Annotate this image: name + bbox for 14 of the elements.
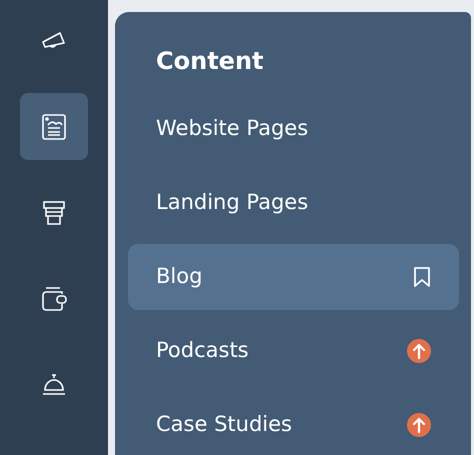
menu-item[interactable]: Blog [128, 244, 459, 310]
service-bell-icon [41, 372, 67, 396]
menu-item[interactable]: Landing Pages [128, 170, 459, 236]
wallet-icon [40, 286, 68, 312]
bookmark-icon [413, 266, 431, 288]
stack-icon [42, 200, 66, 226]
menu-item[interactable]: Case Studies [128, 392, 459, 455]
nav-rail-button[interactable] [20, 93, 88, 160]
menu-heading: Content [155, 46, 264, 77]
upgrade-icon [407, 339, 431, 363]
menu-item[interactable]: Website Pages [128, 96, 459, 162]
article-icon [41, 112, 67, 140]
upgrade-icon [407, 413, 431, 437]
menu-item[interactable]: Podcasts [128, 318, 459, 384]
